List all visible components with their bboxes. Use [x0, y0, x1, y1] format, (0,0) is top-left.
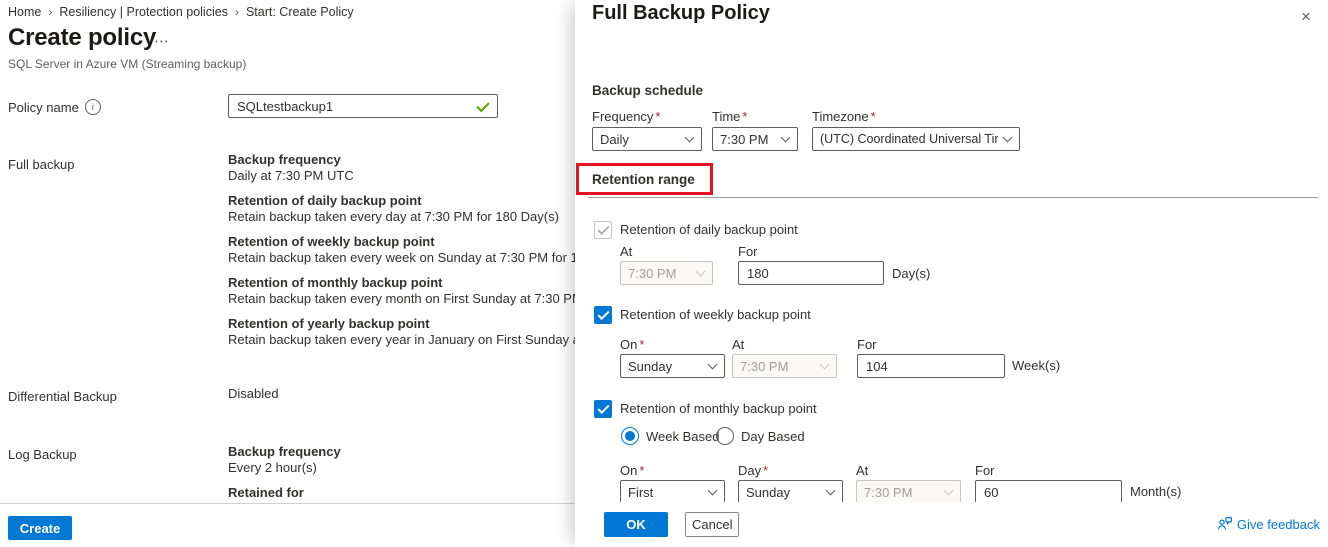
summary-entry: Retention of daily backup point Retain b… [228, 193, 575, 225]
required-asterisk: * [742, 109, 747, 124]
breadcrumb-separator-icon: › [235, 5, 239, 19]
summary-entry: Retained for [228, 485, 568, 501]
monthly-day-label: Day* [738, 463, 768, 478]
ok-button[interactable]: OK [604, 512, 668, 537]
monthly-retention-checkbox[interactable] [594, 400, 612, 418]
azure-portal-page: Home › Resiliency | Protection policies … [0, 0, 1328, 547]
create-button[interactable]: Create [8, 516, 72, 540]
time-label: Time* [712, 109, 747, 124]
breadcrumb: Home › Resiliency | Protection policies … [8, 5, 354, 19]
give-feedback-icon [1217, 516, 1233, 532]
daily-retention-label: Retention of daily backup point [620, 222, 798, 237]
full-backup-policy-panel: Full Backup Policy × Backup schedule Fre… [575, 0, 1328, 547]
give-feedback-link[interactable]: Give feedback [1217, 516, 1320, 532]
breadcrumb-home[interactable]: Home [8, 5, 41, 19]
frequency-label: Frequency* [592, 109, 660, 124]
monthly-at-select: 7:30 PM [856, 480, 961, 504]
weekly-on-select[interactable]: Sunday [620, 354, 725, 378]
timezone-label: Timezone* [812, 109, 876, 124]
checkmark-icon [597, 401, 609, 413]
monthly-at-label: At [856, 463, 868, 478]
summary-entry: Retention of weekly backup point Retain … [228, 234, 575, 266]
time-select[interactable]: 7:30 PM [712, 127, 798, 151]
log-backup-summary: Backup frequency Every 2 hour(s) Retaine… [228, 444, 568, 510]
full-backup-summary: Backup frequency Daily at 7:30 PM UTC Re… [228, 152, 575, 357]
chevron-down-icon [944, 486, 954, 496]
page-footer: Create [0, 503, 575, 547]
timezone-select[interactable]: (UTC) Coordinated Universal Time [812, 127, 1020, 151]
day-based-radio[interactable] [716, 427, 734, 445]
summary-entry: Retention of yearly backup point Retain … [228, 316, 575, 348]
weekly-for-input[interactable] [857, 354, 1005, 378]
weekly-for-label: For [857, 337, 877, 352]
weekly-unit-label: Week(s) [1012, 358, 1060, 373]
weekly-at-label: At [732, 337, 744, 352]
radio-dot-icon [625, 431, 635, 441]
page-subtitle: SQL Server in Azure VM (Streaming backup… [8, 57, 246, 71]
monthly-on-label: On* [620, 463, 644, 478]
info-icon[interactable]: i [85, 99, 101, 115]
day-based-label: Day Based [741, 429, 805, 444]
chevron-down-icon [826, 486, 836, 496]
daily-at-select: 7:30 PM [620, 261, 713, 285]
chevron-down-icon [708, 486, 718, 496]
breadcrumb-current: Start: Create Policy [246, 5, 354, 19]
monthly-retention-label: Retention of monthly backup point [620, 401, 817, 416]
required-asterisk: * [639, 463, 644, 478]
policy-name-input[interactable] [228, 94, 498, 118]
log-backup-row-label: Log Backup [8, 447, 77, 462]
checkmark-icon [597, 307, 609, 319]
annotation-highlight-box [576, 163, 713, 195]
daily-for-input[interactable] [738, 261, 884, 285]
full-backup-row-label: Full backup [8, 157, 74, 172]
chevron-down-icon [820, 360, 830, 370]
weekly-on-label: On* [620, 337, 644, 352]
frequency-select[interactable]: Daily [592, 127, 702, 151]
policy-name-field-wrap [228, 94, 498, 118]
week-based-label: Week Based [646, 429, 719, 444]
weekly-retention-label: Retention of weekly backup point [620, 307, 811, 322]
breadcrumb-separator-icon: › [48, 5, 52, 19]
daily-for-label: For [738, 244, 758, 259]
differential-backup-row-label: Differential Backup [8, 389, 117, 404]
close-icon[interactable]: × [1294, 5, 1318, 29]
required-asterisk: * [639, 337, 644, 352]
chevron-down-icon [708, 360, 718, 370]
summary-entry: Backup frequency Daily at 7:30 PM UTC [228, 152, 575, 184]
monthly-day-select[interactable]: Sunday [738, 480, 843, 504]
required-asterisk: * [655, 109, 660, 124]
summary-entry: Backup frequency Every 2 hour(s) [228, 444, 568, 476]
monthly-unit-label: Month(s) [1130, 484, 1181, 499]
checkmark-icon [597, 222, 609, 234]
monthly-for-input[interactable] [975, 480, 1122, 504]
page-title: Create policy [8, 24, 156, 52]
panel-footer: OK Cancel Give feedback [575, 502, 1328, 547]
section-divider [588, 197, 1318, 198]
chevron-down-icon [685, 133, 695, 143]
create-policy-page: Home › Resiliency | Protection policies … [0, 0, 575, 547]
required-asterisk: * [871, 109, 876, 124]
monthly-on-select[interactable]: First [620, 480, 725, 504]
monthly-for-label: For [975, 463, 995, 478]
policy-name-label: Policy name i [8, 99, 101, 115]
cancel-button[interactable]: Cancel [685, 512, 739, 537]
more-menu-icon[interactable]: ⋯ [154, 32, 169, 50]
weekly-retention-checkbox[interactable] [594, 306, 612, 324]
chevron-down-icon [1003, 133, 1013, 143]
backup-schedule-heading: Backup schedule [592, 83, 703, 98]
summary-entry: Retention of monthly backup point Retain… [228, 275, 575, 307]
weekly-at-select: 7:30 PM [732, 354, 837, 378]
daily-unit-label: Day(s) [892, 266, 930, 281]
required-asterisk: * [763, 463, 768, 478]
week-based-radio[interactable] [621, 427, 639, 445]
daily-at-label: At [620, 244, 632, 259]
chevron-down-icon [696, 267, 706, 277]
differential-backup-value: Disabled [228, 386, 279, 401]
daily-retention-checkbox [594, 221, 612, 239]
breadcrumb-protection-policies[interactable]: Resiliency | Protection policies [59, 5, 228, 19]
panel-title: Full Backup Policy [592, 2, 770, 25]
chevron-down-icon [781, 133, 791, 143]
